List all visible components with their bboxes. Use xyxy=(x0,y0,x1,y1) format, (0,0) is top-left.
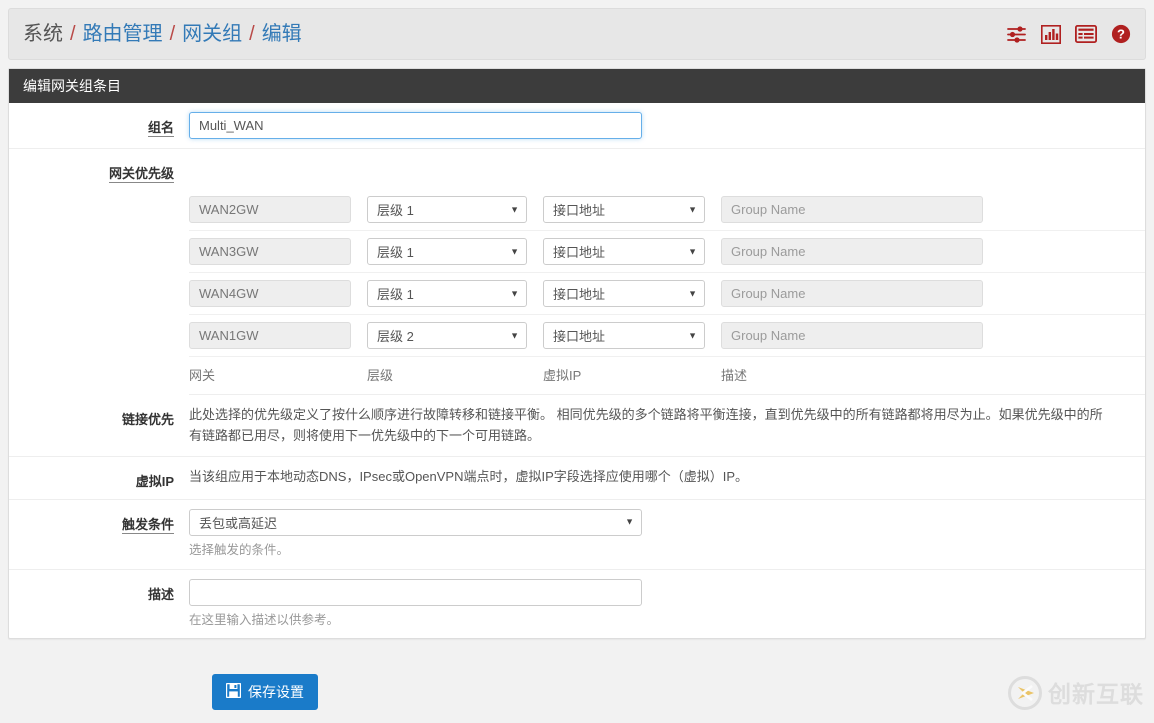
form-actions: 保存设置 xyxy=(8,674,1146,710)
breadcrumb-icon-group: ? xyxy=(1006,24,1131,44)
group-name-input[interactable] xyxy=(189,112,642,139)
table-row: 层级 1 ▼ 接口地址 ▼ xyxy=(189,231,1145,273)
tier-select-value: 层级 2 xyxy=(377,326,414,345)
tier-select-value: 层级 1 xyxy=(377,284,414,303)
label-description: 描述 xyxy=(9,579,189,603)
row-description-input[interactable] xyxy=(721,322,983,349)
trigger-select-value: 丢包或高延迟 xyxy=(199,513,277,532)
column-header-description: 描述 xyxy=(721,365,983,384)
help-circle-icon[interactable]: ? xyxy=(1111,24,1131,44)
virtual-ip-select[interactable]: 接口地址 ▼ xyxy=(543,322,705,349)
chevron-down-icon: ▼ xyxy=(688,205,697,214)
row-description-input[interactable] xyxy=(721,196,983,223)
form-row-link-priority: 链接优先 此处选择的优先级定义了按什么顺序进行故障转移和链接平衡。 相同优先级的… xyxy=(9,395,1145,457)
column-header-virtual-ip: 虚拟IP xyxy=(543,365,705,384)
bar-chart-icon[interactable] xyxy=(1041,25,1061,44)
virtual-ip-select-value: 接口地址 xyxy=(553,242,605,261)
virtual-ip-select-value: 接口地址 xyxy=(553,326,605,345)
watermark-text: 创新互联 xyxy=(1048,683,1144,706)
sliders-icon[interactable] xyxy=(1006,25,1027,44)
label-virtual-ip: 虚拟IP xyxy=(9,466,189,490)
panel-title: 编辑网关组条目 xyxy=(9,69,1145,103)
tier-select[interactable]: 层级 1 ▼ xyxy=(367,280,527,307)
tier-select-value: 层级 1 xyxy=(377,242,414,261)
edit-gateway-group-panel: 编辑网关组条目 组名 网关优先级 层级 1 ▼ xyxy=(8,68,1146,639)
row-description-input[interactable] xyxy=(721,238,983,265)
gateway-name-input xyxy=(189,238,351,265)
table-row: 层级 1 ▼ 接口地址 ▼ xyxy=(189,189,1145,231)
tier-select[interactable]: 层级 1 ▼ xyxy=(367,196,527,223)
gateway-name-input xyxy=(189,196,351,223)
row-description-input[interactable] xyxy=(721,280,983,307)
panel-body: 组名 网关优先级 层级 1 ▼ 接口地址 ▼ xyxy=(9,103,1145,638)
chevron-down-icon: ▼ xyxy=(510,205,519,214)
table-header-row: 网关 层级 虚拟IP 描述 xyxy=(189,357,1145,395)
trigger-help-text: 选择触发的条件。 xyxy=(189,541,1130,560)
breadcrumb-item-system[interactable]: 系统 xyxy=(23,24,63,44)
label-trigger: 触发条件 xyxy=(9,509,189,533)
virtual-ip-description: 当该组应用于本地动态DNS，IPsec或OpenVPN端点时，虚拟IP字段选择应… xyxy=(189,466,1109,487)
virtual-ip-select[interactable]: 接口地址 ▼ xyxy=(543,196,705,223)
chevron-down-icon: ▼ xyxy=(688,331,697,340)
save-button-label: 保存设置 xyxy=(248,682,304,702)
description-input[interactable] xyxy=(189,579,642,606)
column-header-tier: 层级 xyxy=(367,365,527,384)
chevron-down-icon: ▼ xyxy=(510,289,519,298)
table-row: 层级 1 ▼ 接口地址 ▼ xyxy=(189,273,1145,315)
virtual-ip-select[interactable]: 接口地址 ▼ xyxy=(543,280,705,307)
chevron-down-icon: ▼ xyxy=(688,289,697,298)
floppy-disk-icon xyxy=(226,683,241,701)
chevron-down-icon: ▼ xyxy=(510,247,519,256)
chevron-down-icon: ▼ xyxy=(510,331,519,340)
breadcrumb: 系统 / 路由管理 / 网关组 / 编辑 xyxy=(23,24,302,44)
table-row: 层级 2 ▼ 接口地址 ▼ xyxy=(189,315,1145,357)
chevron-down-icon: ▼ xyxy=(688,247,697,256)
label-link-priority: 链接优先 xyxy=(9,404,189,428)
gateway-name-input xyxy=(189,322,351,349)
chevron-down-icon: ▼ xyxy=(625,518,634,527)
form-row-description: 描述 在这里输入描述以供参考。 xyxy=(9,570,1145,639)
virtual-ip-select-value: 接口地址 xyxy=(553,200,605,219)
trigger-select[interactable]: 丢包或高延迟 ▼ xyxy=(189,509,642,536)
monitor-list-icon[interactable] xyxy=(1075,25,1097,43)
form-row-trigger: 触发条件 丢包或高延迟 ▼ 选择触发的条件。 xyxy=(9,500,1145,570)
breadcrumb-item-edit: 编辑 xyxy=(262,24,302,44)
gateway-priority-table: 层级 1 ▼ 接口地址 ▼ 层级 1 ▼ 接口地址 ▼ xyxy=(9,189,1145,395)
description-help-text: 在这里输入描述以供参考。 xyxy=(189,611,1130,630)
tier-select[interactable]: 层级 2 ▼ xyxy=(367,322,527,349)
breadcrumb-item-routing[interactable]: 路由管理 xyxy=(83,24,163,44)
breadcrumb-separator: / xyxy=(70,24,76,44)
form-row-virtual-ip: 虚拟IP 当该组应用于本地动态DNS，IPsec或OpenVPN端点时，虚拟IP… xyxy=(9,457,1145,500)
link-priority-description: 此处选择的优先级定义了按什么顺序进行故障转移和链接平衡。 相同优先级的多个链路将… xyxy=(189,404,1109,447)
save-button[interactable]: 保存设置 xyxy=(212,674,318,710)
breadcrumb-separator: / xyxy=(249,24,255,44)
gateway-name-input xyxy=(189,280,351,307)
form-row-gateway-priority: 网关优先级 xyxy=(9,149,1145,189)
label-gateway-priority: 网关优先级 xyxy=(9,158,189,182)
watermark: 创新互联 xyxy=(1008,676,1144,713)
breadcrumb-item-gateway-groups[interactable]: 网关组 xyxy=(182,24,242,44)
breadcrumb-separator: / xyxy=(170,24,176,44)
virtual-ip-select[interactable]: 接口地址 ▼ xyxy=(543,238,705,265)
column-header-gateway: 网关 xyxy=(189,365,351,384)
svg-text:?: ? xyxy=(1117,27,1125,42)
form-row-group-name: 组名 xyxy=(9,103,1145,149)
cx-logo-icon xyxy=(1008,676,1042,713)
breadcrumb-bar: 系统 / 路由管理 / 网关组 / 编辑 xyxy=(8,8,1146,60)
tier-select-value: 层级 1 xyxy=(377,200,414,219)
virtual-ip-select-value: 接口地址 xyxy=(553,284,605,303)
label-group-name: 组名 xyxy=(9,112,189,136)
tier-select[interactable]: 层级 1 ▼ xyxy=(367,238,527,265)
